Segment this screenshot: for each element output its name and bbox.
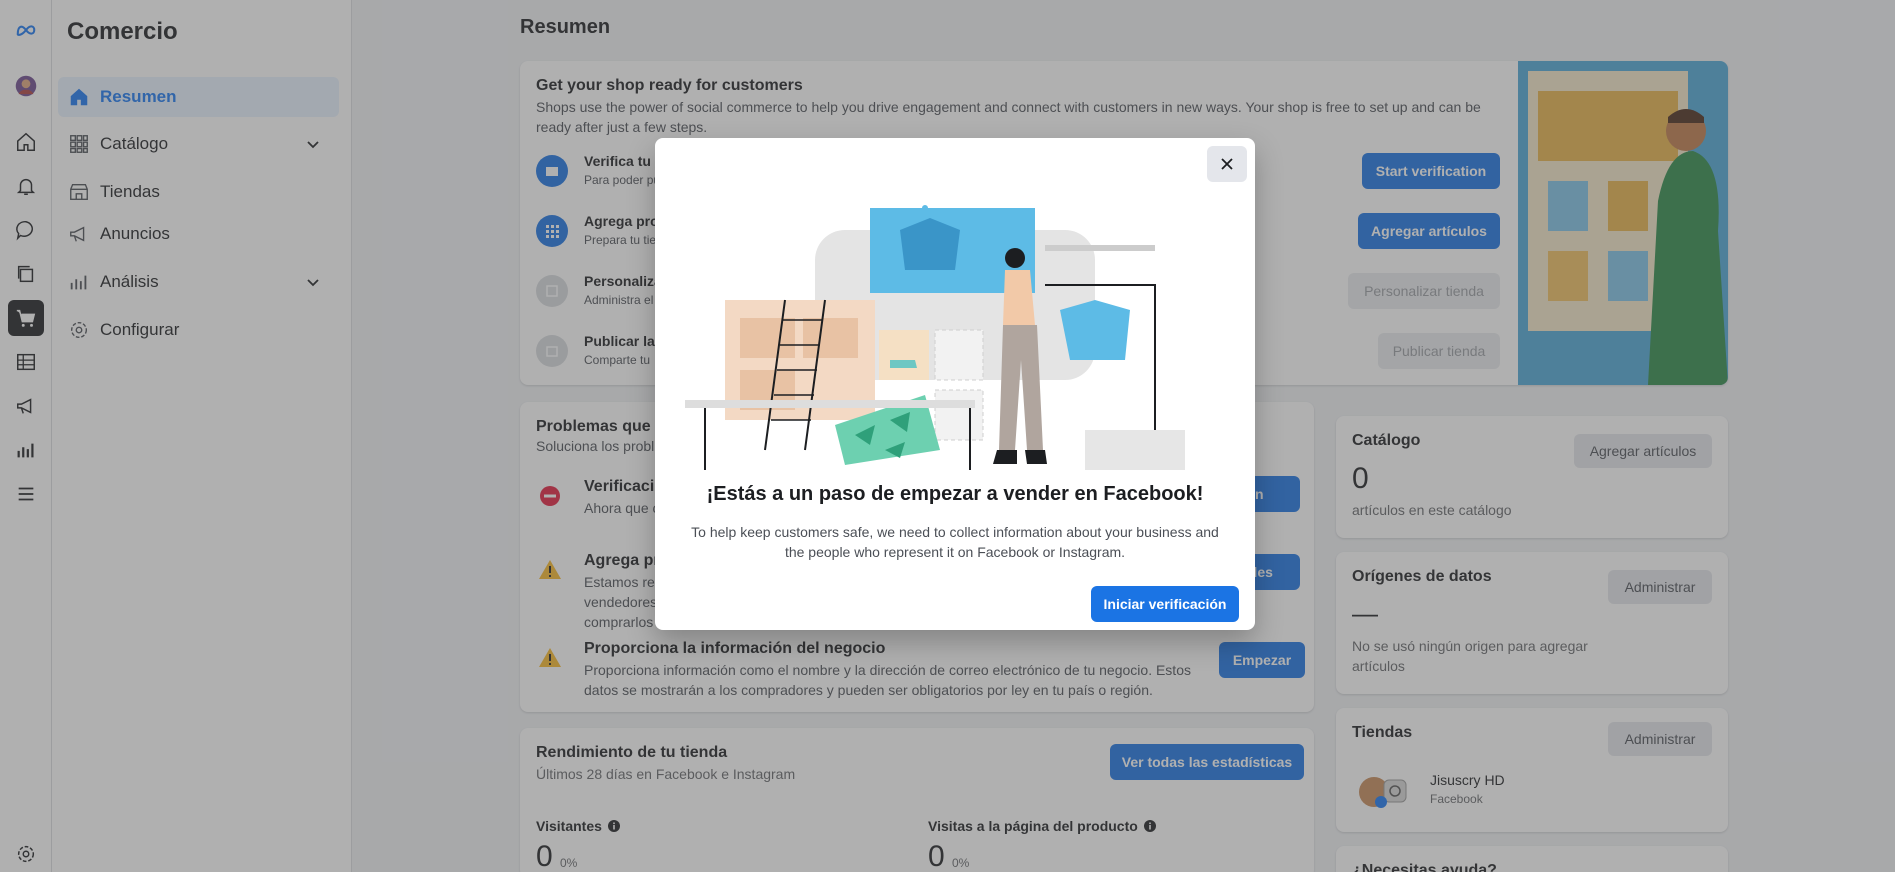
modal-heading: ¡Estás a un paso de empezar a vender en … — [706, 483, 1204, 505]
close-icon — [1221, 158, 1233, 170]
close-button[interactable] — [1207, 146, 1247, 182]
verification-modal: ¡Estás a un paso de empezar a vender en … — [655, 138, 1255, 630]
modal-body: To help keep customers safe, we need to … — [691, 524, 1219, 560]
start-verification-button[interactable]: Iniciar verificación — [1091, 586, 1239, 622]
shop-owner-illustration — [685, 200, 1205, 470]
